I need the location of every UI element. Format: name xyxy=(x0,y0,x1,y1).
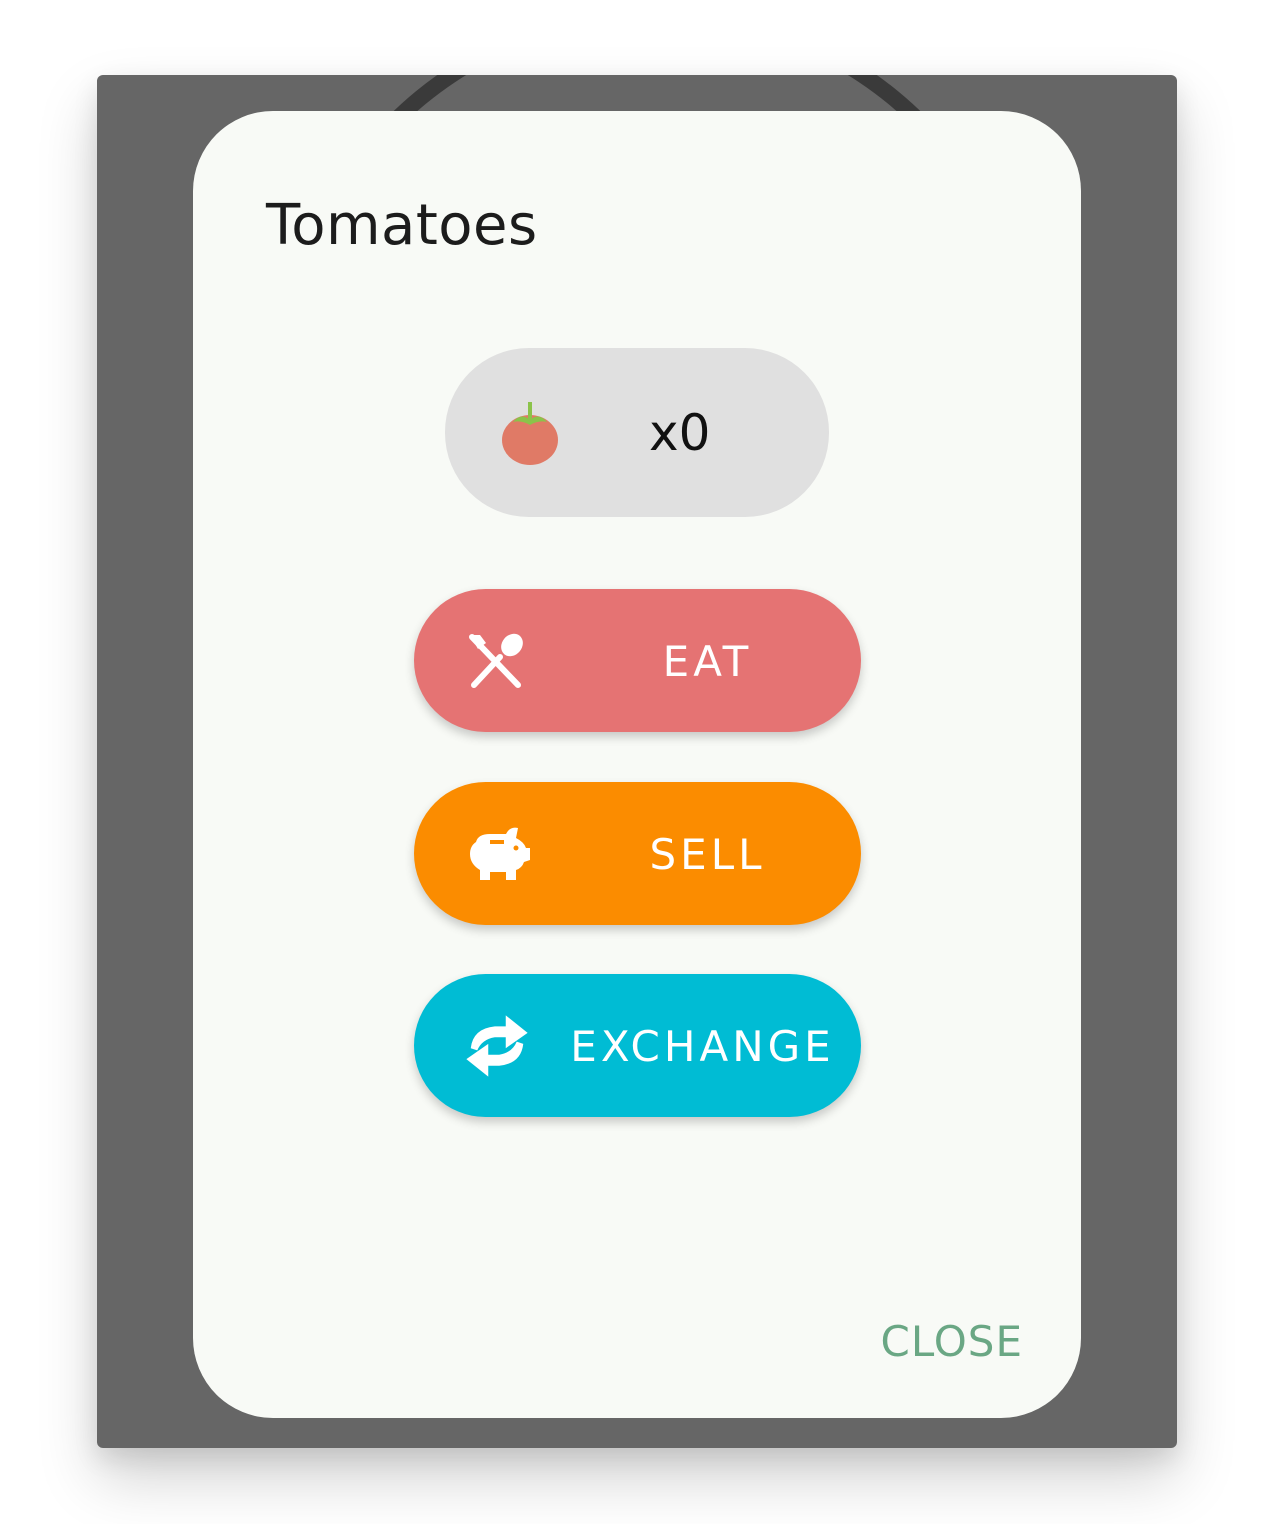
exchange-button-label: EXCHANGE xyxy=(570,1022,835,1071)
eat-button-label: EAT xyxy=(662,637,753,686)
piggy-bank-icon xyxy=(470,827,530,880)
exchange-button[interactable]: EXCHANGE xyxy=(414,974,861,1117)
dialog-title: Tomatoes xyxy=(266,193,538,258)
item-count-pill: x0 xyxy=(445,348,829,517)
fork-spoon-icon xyxy=(469,633,523,688)
exchange-arrows-icon xyxy=(466,1015,528,1077)
eat-button[interactable]: EAT xyxy=(414,589,861,732)
sell-button[interactable]: SELL xyxy=(414,782,861,925)
item-dialog: Tomatoes x0 EAT SELL EXCHANGE CLOSE xyxy=(193,111,1081,1418)
tomato-icon xyxy=(502,402,558,465)
close-button[interactable]: CLOSE xyxy=(881,1317,1023,1366)
item-count: x0 xyxy=(649,404,711,462)
sell-button-label: SELL xyxy=(649,830,766,879)
